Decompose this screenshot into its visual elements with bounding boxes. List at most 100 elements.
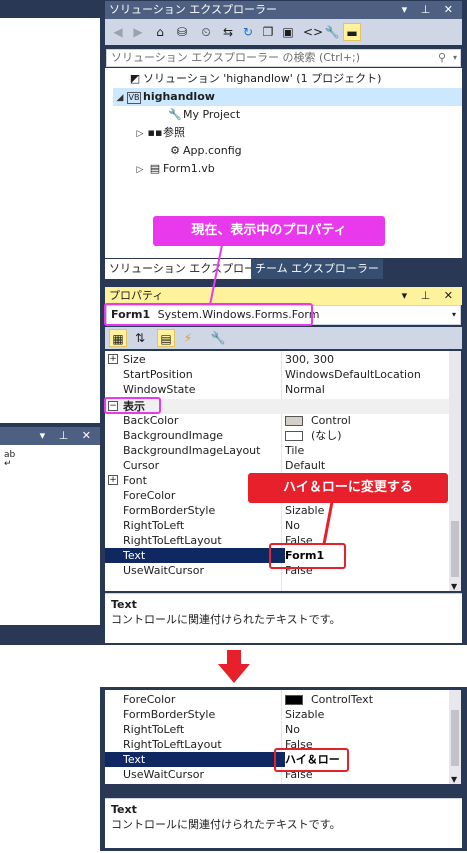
- solution-explorer-window-controls[interactable]: ▾ ⊥ ✕: [402, 1, 458, 19]
- scrollbar-after-thumb[interactable]: [451, 710, 459, 766]
- properties-wrench-icon[interactable]: 🔧: [323, 23, 341, 41]
- property-row[interactable]: FormBorderStyle Sizable: [105, 503, 449, 518]
- property-row[interactable]: WindowState Normal: [105, 382, 449, 397]
- tree-expander-icon[interactable]: ◢: [113, 89, 127, 107]
- rename-icon[interactable]: ab ↵: [4, 451, 15, 469]
- property-name: WindowState: [123, 383, 196, 396]
- property-name: RightToLeftLayout: [123, 738, 222, 751]
- tree-expander-icon[interactable]: ▷: [133, 161, 147, 179]
- sync-icon[interactable]: ⇆: [219, 23, 237, 41]
- text-value-after-highlight: [274, 748, 349, 772]
- description-after-title: Text: [111, 803, 137, 816]
- back-icon[interactable]: ◀: [109, 23, 127, 41]
- property-value[interactable]: ControlText: [285, 692, 449, 707]
- preview-icon[interactable]: ▬: [343, 23, 361, 41]
- tree-item-label: highandlow: [143, 90, 215, 103]
- collapse-all-icon[interactable]: ❐: [259, 23, 277, 41]
- refresh-icon[interactable]: ↻: [239, 23, 257, 41]
- property-value-text: WindowsDefaultLocation: [285, 368, 421, 381]
- property-value[interactable]: Sizable: [285, 503, 449, 518]
- forward-icon[interactable]: ▶: [129, 23, 147, 41]
- wrench-icon: 🔧: [168, 108, 182, 121]
- property-name: FormBorderStyle: [123, 504, 216, 517]
- property-value[interactable]: (なし): [285, 428, 449, 443]
- property-description: Text コントロールに関連付けられたテキストです。: [105, 593, 462, 643]
- chevron-down-icon[interactable]: ▾: [452, 306, 456, 324]
- expand-icon[interactable]: +: [108, 475, 118, 485]
- tree-item-label: App.config: [183, 144, 242, 157]
- description-title: Text: [111, 598, 137, 611]
- property-name: StartPosition: [123, 368, 193, 381]
- property-row[interactable]: ForeColor ControlText: [105, 692, 449, 707]
- alphabetical-icon[interactable]: ⇅: [131, 329, 149, 347]
- tree-item[interactable]: ◢ VB highandlow: [113, 88, 462, 106]
- property-value[interactable]: Normal: [285, 382, 449, 397]
- tree-item[interactable]: ▷ ▤ Form1.vb: [133, 160, 462, 178]
- property-value-text: No: [285, 519, 300, 532]
- tree-expander-icon[interactable]: ▷: [133, 125, 147, 143]
- left-panel-window-controls[interactable]: ▾ ⊥ ✕: [40, 427, 96, 445]
- references-icon: ▪▪: [147, 126, 163, 139]
- pending-changes-icon[interactable]: ⏲: [197, 23, 215, 41]
- color-swatch: [285, 416, 303, 426]
- show-all-files-icon[interactable]: ▣: [279, 23, 297, 41]
- property-row[interactable]: Cursor Default: [105, 458, 449, 473]
- property-grid-scrollbar[interactable]: ▼: [449, 351, 461, 591]
- property-value-text: (なし): [311, 429, 342, 442]
- property-value[interactable]: Tile: [285, 443, 449, 458]
- property-row[interactable]: RightToLeft No: [105, 518, 449, 533]
- config-icon: ⚙: [170, 144, 180, 157]
- search-icon[interactable]: ⚲: [438, 50, 446, 66]
- property-row[interactable]: FormBorderStyle Sizable: [105, 707, 449, 722]
- view-code-icon[interactable]: <>: [303, 23, 323, 41]
- callout-pointer-line: [209, 245, 223, 306]
- properties-view-icon[interactable]: ▤: [157, 329, 175, 347]
- property-pages-icon[interactable]: 🔧: [209, 329, 227, 347]
- tree-item[interactable]: ▷ ▪▪参照: [133, 124, 462, 142]
- property-value-text: Sizable: [285, 504, 325, 517]
- home-icon[interactable]: ⌂: [151, 23, 169, 41]
- property-value-text: Sizable: [285, 708, 325, 721]
- events-icon[interactable]: ⚡: [179, 329, 197, 347]
- property-row[interactable]: StartPosition WindowsDefaultLocation: [105, 367, 449, 382]
- tree-item[interactable]: ◩ ソリューション 'highandlow' (1 プロジェクト): [113, 70, 462, 88]
- property-row[interactable]: + Size 300, 300: [105, 352, 449, 367]
- property-name: ForeColor: [123, 693, 176, 706]
- property-row[interactable]: RightToLeft No: [105, 722, 449, 737]
- tree-item[interactable]: ⚙ App.config: [153, 142, 462, 160]
- categorized-icon[interactable]: ▦: [109, 329, 127, 347]
- property-row[interactable]: BackgroundImage (なし): [105, 428, 449, 443]
- property-value[interactable]: Control: [285, 413, 449, 428]
- category-highlight: [104, 397, 161, 414]
- change-pointer-line: [322, 502, 334, 545]
- color-swatch: [285, 695, 303, 705]
- switch-views-icon[interactable]: ⛁: [173, 23, 191, 41]
- search-options-icon[interactable]: ▾: [453, 50, 457, 66]
- solution-explorer-toolbar: ◀ ▶ ⌂ ⛁ ⏲ ⇆ ↻ ❐ ▣ <> 🔧 ▬: [105, 19, 462, 45]
- bottom-left-panel: [0, 687, 100, 851]
- solution-explorer-title: ソリューション エクスプローラー: [109, 3, 277, 16]
- property-name: RightToLeftLayout: [123, 534, 222, 547]
- property-value[interactable]: Sizable: [285, 707, 449, 722]
- object-highlight: [104, 303, 313, 326]
- tab-team-explorer[interactable]: チーム エクスプローラー: [251, 259, 383, 279]
- properties-window-controls[interactable]: ▾ ⊥ ✕: [402, 287, 458, 305]
- vb-project-icon: VB: [127, 92, 141, 104]
- scrollbar-thumb[interactable]: [451, 521, 459, 577]
- toolbox-panel: ab ↵: [0, 445, 100, 625]
- left-editor-panel: [0, 18, 100, 423]
- scroll-after-down-icon[interactable]: ▼: [451, 775, 457, 784]
- solution-search-input[interactable]: ソリューション エクスプローラー の検索 (Ctrl+;) ⚲ ▾: [106, 49, 461, 67]
- property-value[interactable]: 300, 300: [285, 352, 449, 367]
- property-row[interactable]: BackColor Control: [105, 413, 449, 428]
- property-grid-after-scrollbar[interactable]: ▼: [449, 690, 461, 784]
- scroll-down-icon[interactable]: ▼: [451, 582, 457, 591]
- property-value[interactable]: WindowsDefaultLocation: [285, 367, 449, 382]
- property-value[interactable]: No: [285, 518, 449, 533]
- property-value[interactable]: No: [285, 722, 449, 737]
- expand-icon[interactable]: +: [108, 354, 118, 364]
- property-value[interactable]: Default: [285, 458, 449, 473]
- left-panel-titlebar: ▾ ⊥ ✕: [0, 427, 100, 445]
- property-row[interactable]: BackgroundImageLayout Tile: [105, 443, 449, 458]
- tree-item[interactable]: 🔧My Project: [153, 106, 462, 124]
